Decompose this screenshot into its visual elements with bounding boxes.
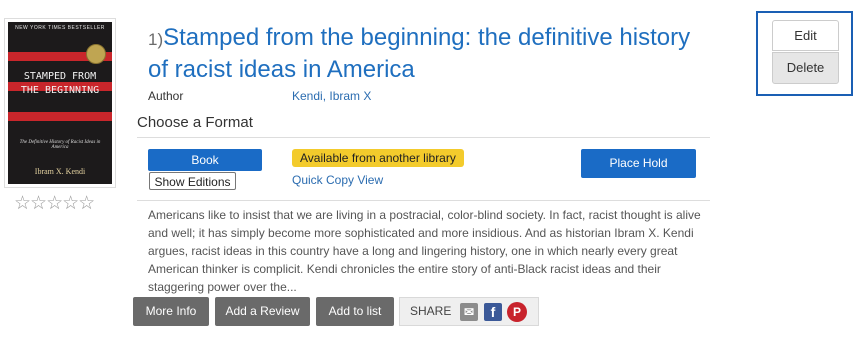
choose-format-heading: Choose a Format <box>137 114 253 131</box>
pinterest-icon[interactable]: P <box>507 302 527 322</box>
edit-button[interactable]: Edit <box>772 20 839 51</box>
star-rating[interactable]: ☆☆☆☆☆ <box>14 194 95 214</box>
show-editions-button[interactable]: Show Editions <box>149 172 236 190</box>
more-info-button[interactable]: More Info <box>133 297 209 326</box>
share-label: SHARE <box>410 304 452 318</box>
author-label: Author <box>148 89 184 103</box>
quick-copy-view-link[interactable]: Quick Copy View <box>292 173 383 187</box>
add-review-button[interactable]: Add a Review <box>215 297 310 326</box>
cover-top-line: NEW YORK TIMES BESTSELLER <box>15 25 105 31</box>
title-link[interactable]: Stamped from the beginning: the definiti… <box>148 24 690 83</box>
facebook-icon[interactable]: f <box>484 303 502 321</box>
add-to-list-button[interactable]: Add to list <box>316 297 394 326</box>
cover-stripe <box>8 112 112 121</box>
delete-button[interactable]: Delete <box>772 52 839 84</box>
cover-title: STAMPED FROM THE BEGINNING <box>20 71 100 96</box>
record-number: 1) <box>148 30 164 49</box>
cover-art: NEW YORK TIMES BESTSELLER STAMPED FROM T… <box>8 22 112 184</box>
divider <box>137 200 710 201</box>
description: Americans like to insist that we are liv… <box>148 208 701 294</box>
book-cover-image[interactable]: NEW YORK TIMES BESTSELLER STAMPED FROM T… <box>4 18 116 188</box>
share-bar: SHARE ✉ f P <box>399 297 539 326</box>
availability-badge: Available from another library <box>292 149 464 167</box>
place-hold-button[interactable]: Place Hold <box>581 149 696 178</box>
author-link[interactable]: Kendi, Ibram X <box>292 89 371 103</box>
cover-author: Ibram X. Kendi <box>34 167 86 176</box>
cover-subtitle: The Definitive History of Racist Ideas i… <box>19 140 101 150</box>
email-icon[interactable]: ✉ <box>460 303 478 321</box>
award-seal-icon <box>86 44 106 64</box>
divider <box>137 137 710 138</box>
record-title: 1)Stamped from the beginning: the defini… <box>148 22 708 86</box>
format-book-button[interactable]: Book <box>148 149 262 171</box>
